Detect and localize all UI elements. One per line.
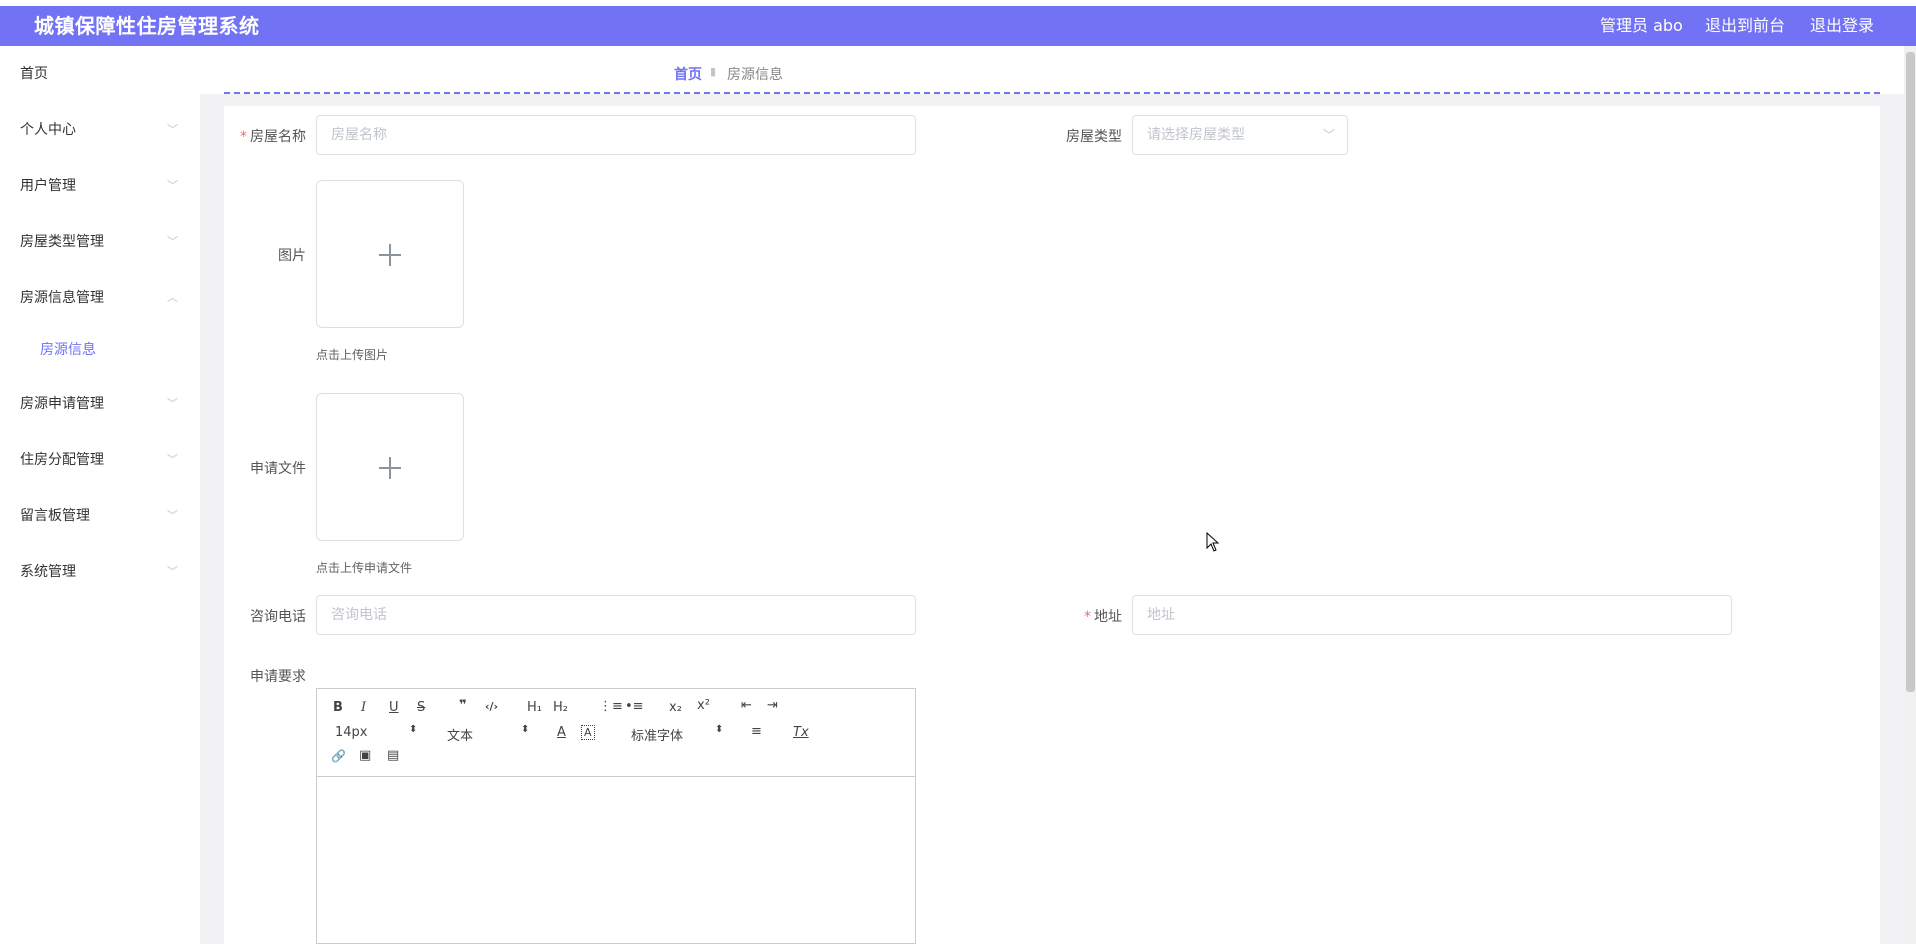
sidebar-item-label: 住房分配管理 xyxy=(20,452,104,468)
header1-button[interactable]: H₁ xyxy=(527,700,542,715)
editor-content-area[interactable] xyxy=(317,778,915,944)
breadcrumb-home[interactable]: 首页 xyxy=(674,64,702,84)
bullet-list-icon[interactable]: •≡ xyxy=(625,699,644,714)
sidebar-item-label: 首页 xyxy=(20,66,48,82)
sidebar-item-home[interactable]: 首页 xyxy=(0,54,200,94)
indent-icon[interactable]: ⇥ xyxy=(767,698,778,713)
chevron-down-icon: ﹀ xyxy=(167,565,178,578)
editor-toolbar: B I U S ❞ ‹/› H₁ H₂ ⋮≡ •≡ x₂ x² ⇤ ⇥ 14px… xyxy=(317,689,915,777)
link-icon[interactable]: 🔗 xyxy=(331,749,346,763)
dashed-divider xyxy=(224,92,1880,94)
sidebar-item-label: 房源信息管理 xyxy=(20,290,104,306)
chevron-down-icon: ﹀ xyxy=(167,179,178,192)
required-mark: * xyxy=(1084,609,1091,625)
strike-button[interactable]: S xyxy=(417,700,425,715)
sidebar-item-label: 房源申请管理 xyxy=(20,396,104,412)
background-color-icon[interactable]: A xyxy=(581,725,595,740)
sidebar-item-system-management[interactable]: 系统管理 ﹀ xyxy=(0,552,200,592)
video-icon[interactable]: ▤ xyxy=(387,748,399,763)
chevron-down-icon: ﹀ xyxy=(1322,128,1335,142)
superscript-button[interactable]: x² xyxy=(697,698,710,713)
requirements-label: 申请要求 xyxy=(250,669,306,685)
address-input[interactable]: 地址 xyxy=(1132,595,1732,635)
top-header: 城镇保障性住房管理系统 管理员 abo 退出到前台 退出登录 xyxy=(0,6,1916,46)
subscript-button[interactable]: x₂ xyxy=(669,700,682,715)
sidebar-item-listing-management[interactable]: 房源信息管理 ︿ xyxy=(0,278,200,318)
scrollbar-thumb[interactable] xyxy=(1906,52,1915,692)
breadcrumb: 首页 ▮ 房源信息 xyxy=(200,46,1916,94)
chevron-up-icon: ︿ xyxy=(167,291,178,304)
heading-select[interactable]: 文本 ⬍ xyxy=(447,724,529,744)
underline-button[interactable]: U xyxy=(389,700,399,715)
house-name-input[interactable]: 房屋名称 xyxy=(316,115,916,155)
sidebar-item-label: 用户管理 xyxy=(20,178,76,194)
logout-link[interactable]: 退出登录 xyxy=(1810,6,1874,46)
house-type-label: 房屋类型 xyxy=(1066,129,1122,145)
listing-form: * 房屋名称 房屋名称 房屋类型 请选择房屋类型 ﹀ 图片 点击上传图片 申请文件 … xyxy=(224,106,1880,944)
breadcrumb-separator-icon: ▮ xyxy=(710,65,717,78)
sidebar-item-message-board-management[interactable]: 留言板管理 ﹀ xyxy=(0,496,200,536)
text-color-icon[interactable]: A xyxy=(557,725,566,740)
chevron-down-icon: ﹀ xyxy=(167,453,178,466)
phone-input[interactable]: 咨询电话 xyxy=(316,595,916,635)
admin-user-label: 管理员 abo xyxy=(1600,16,1683,35)
updown-icon: ⬍ xyxy=(715,724,724,735)
chevron-down-icon: ﹀ xyxy=(167,509,178,522)
sidebar-item-application-management[interactable]: 房源申请管理 ﹀ xyxy=(0,384,200,424)
clean-format-icon[interactable]: Tx xyxy=(793,725,809,740)
font-family-select[interactable]: 标准字体 ⬍ xyxy=(631,724,723,744)
code-block-icon[interactable]: ‹/› xyxy=(485,700,498,713)
sidebar-item-label: 房屋类型管理 xyxy=(20,234,104,250)
sidebar-item-house-type-management[interactable]: 房屋类型管理 ﹀ xyxy=(0,222,200,262)
house-name-label: * 房屋名称 xyxy=(240,129,306,145)
mouse-cursor-icon xyxy=(1206,532,1220,552)
blockquote-icon[interactable]: ❞ xyxy=(459,698,467,713)
sidebar-subitem-listing-info[interactable]: 房源信息 xyxy=(0,330,200,370)
updown-icon: ⬍ xyxy=(409,724,418,735)
sidebar-item-user-management[interactable]: 用户管理 ﹀ xyxy=(0,166,200,206)
required-mark: * xyxy=(240,129,247,145)
chevron-down-icon: ﹀ xyxy=(167,235,178,248)
align-icon[interactable]: ≡ xyxy=(751,724,762,739)
main-content: 首页 ▮ 房源信息 * 房屋名称 房屋名称 房屋类型 请选择房屋类型 ﹀ 图片 点击… xyxy=(200,46,1916,944)
header2-button[interactable]: H₂ xyxy=(553,700,568,715)
chevron-down-icon: ﹀ xyxy=(167,397,178,410)
sidebar-item-label: 系统管理 xyxy=(20,564,76,580)
image-upload-box[interactable] xyxy=(316,180,464,328)
image-label: 图片 xyxy=(278,248,306,264)
sidebar-item-label: 个人中心 xyxy=(20,122,76,138)
image-upload-tip: 点击上传图片 xyxy=(316,348,389,362)
file-upload-tip: 点击上传申请文件 xyxy=(316,561,413,575)
bold-button[interactable]: B xyxy=(333,700,343,715)
sidebar: 首页 个人中心 ﹀ 用户管理 ﹀ 房屋类型管理 ﹀ 房源信息管理 ︿ 房源信息 房源申请… xyxy=(0,46,200,944)
italic-button[interactable]: I xyxy=(361,700,366,715)
updown-icon: ⬍ xyxy=(521,724,530,735)
sidebar-item-personal-center[interactable]: 个人中心 ﹀ xyxy=(0,110,200,150)
house-type-select[interactable]: 请选择房屋类型 ﹀ xyxy=(1132,115,1348,155)
sidebar-item-allocation-management[interactable]: 住房分配管理 ﹀ xyxy=(0,440,200,480)
sidebar-item-label: 留言板管理 xyxy=(20,508,90,524)
rich-text-editor: B I U S ❞ ‹/› H₁ H₂ ⋮≡ •≡ x₂ x² ⇤ ⇥ 14px… xyxy=(316,688,916,944)
application-file-upload-box[interactable] xyxy=(316,393,464,541)
address-label: * 地址 xyxy=(1084,609,1122,625)
exit-to-front-link[interactable]: 退出到前台 xyxy=(1705,6,1785,46)
chevron-down-icon: ﹀ xyxy=(167,123,178,136)
outdent-icon[interactable]: ⇤ xyxy=(741,698,752,713)
image-icon[interactable]: ▣ xyxy=(359,748,371,763)
breadcrumb-current: 房源信息 xyxy=(727,67,783,83)
sidebar-subitem-label: 房源信息 xyxy=(40,342,96,358)
application-file-label: 申请文件 xyxy=(250,461,306,477)
phone-label: 咨询电话 xyxy=(250,609,306,625)
font-size-select[interactable]: 14px ⬍ xyxy=(335,724,417,740)
ordered-list-icon[interactable]: ⋮≡ xyxy=(599,699,623,714)
app-title: 城镇保障性住房管理系统 xyxy=(34,14,260,38)
